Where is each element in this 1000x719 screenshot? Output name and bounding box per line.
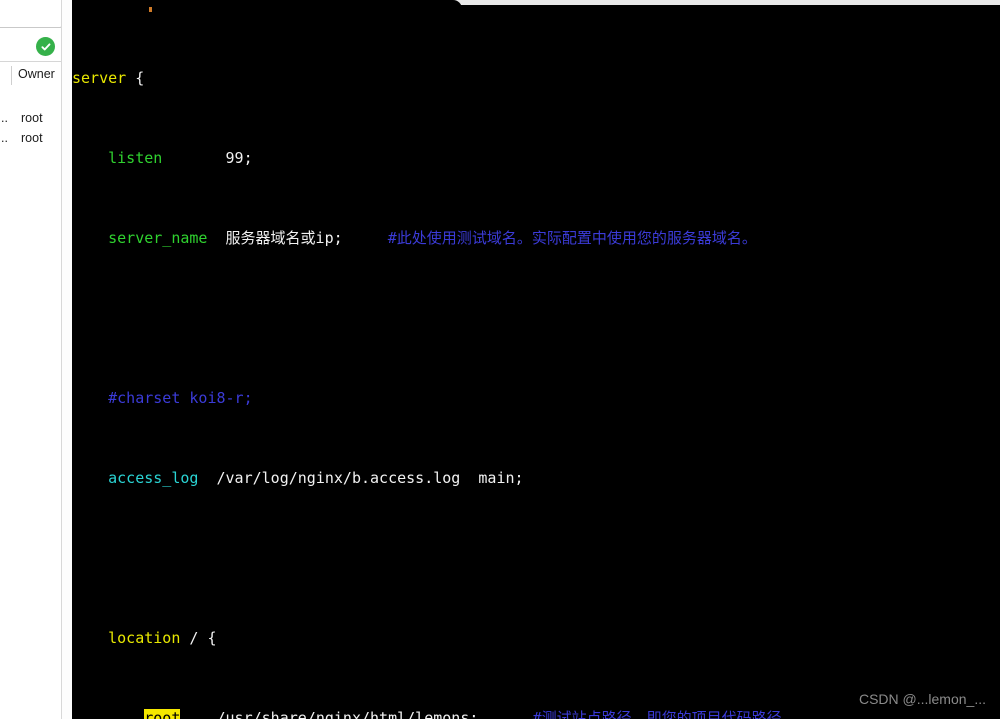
file-owner-value: root	[21, 131, 43, 145]
column-header-owner: Owner	[18, 67, 55, 81]
token-listen-value: 99	[225, 149, 244, 167]
column-divider	[11, 66, 12, 85]
file-owner-value: root	[21, 111, 43, 125]
token-semicolon: ;	[243, 149, 253, 167]
token-access-log-value: /var/log/nginx/b.access.log main;	[216, 469, 524, 487]
token-server-name-value: 服务器域名或ip;	[225, 229, 343, 247]
token-spacer	[207, 229, 225, 247]
search-highlight-root: root	[144, 709, 181, 719]
code-line: #charset koi8-r;	[72, 388, 1000, 408]
code-line: access_log /var/log/nginx/b.access.log m…	[72, 468, 1000, 488]
file-manager-toolbar-box	[0, 0, 62, 28]
token-directive-listen: listen	[108, 149, 163, 167]
comment-charset: #charset koi8-r;	[108, 389, 253, 407]
green-check-circle-icon	[36, 37, 55, 56]
token-root-value: /usr/share/nginx/html/lemons;	[216, 709, 479, 719]
token-keyword-location: location	[108, 629, 181, 647]
file-manager-panel: Owner .. root .. root	[0, 0, 72, 719]
code-line: root /usr/share/nginx/html/lemons; #测试站点…	[72, 708, 1000, 719]
terminal-window[interactable]: server { listen 99; server_name 服务器域名或ip…	[72, 0, 1000, 719]
token-brace: {	[126, 69, 145, 87]
token-location-path: / {	[180, 629, 217, 647]
code-line: server_name 服务器域名或ip; #此处使用测试域名。实际配置中使用您…	[72, 228, 1000, 248]
token-spacer	[198, 469, 216, 487]
comment-server-name: #此处使用测试域名。实际配置中使用您的服务器域名。	[387, 229, 757, 247]
file-name-fragment: ..	[1, 131, 8, 145]
token-spacer	[343, 229, 388, 247]
token-spacer	[180, 709, 216, 719]
file-manager-status-row	[0, 31, 62, 62]
vim-buffer[interactable]: server { listen 99; server_name 服务器域名或ip…	[72, 8, 1000, 719]
code-line: server {	[72, 68, 1000, 88]
comment-root: #测试站点路径。即您的项目代码路径。	[532, 709, 797, 719]
watermark: CSDN @...lemon_...	[858, 691, 986, 707]
token-spacer	[478, 709, 532, 719]
code-line: listen 99;	[72, 148, 1000, 168]
screen: Owner .. root .. root server { listen 99…	[0, 0, 1000, 719]
panel-gutter	[62, 0, 72, 719]
token-keyword-server: server	[72, 69, 127, 87]
file-name-fragment: ..	[1, 111, 8, 125]
token-listen-port	[162, 149, 225, 167]
code-line: location / {	[72, 628, 1000, 648]
token-directive-server-name: server_name	[108, 229, 208, 247]
token-directive-access-log: access_log	[108, 469, 199, 487]
